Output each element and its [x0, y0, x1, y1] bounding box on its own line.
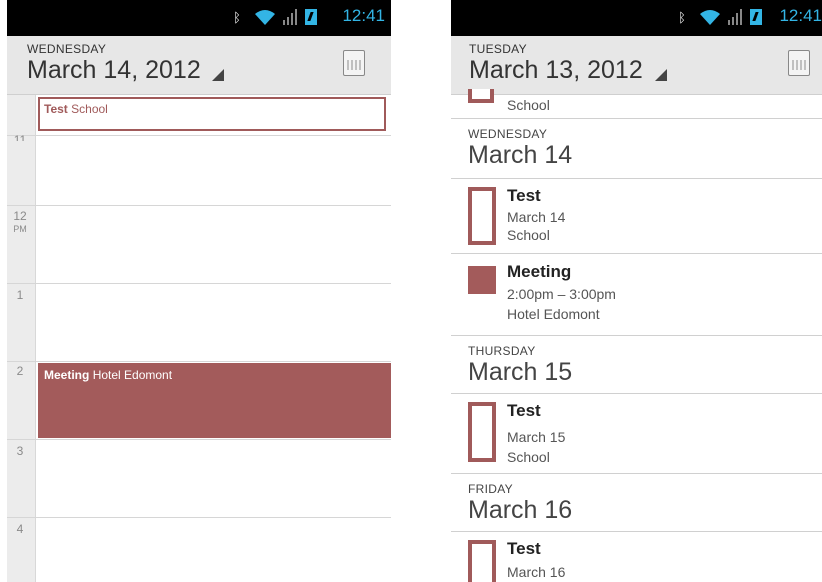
dropdown-triangle-icon[interactable]	[655, 69, 667, 81]
battery-charging-icon	[750, 9, 763, 25]
hour-divider	[35, 205, 391, 206]
signal-icon	[727, 9, 742, 25]
event-detail: School	[507, 97, 550, 113]
gutter-divider	[7, 361, 35, 362]
status-icons: ᛒ	[232, 9, 318, 27]
header-date[interactable]: March 14, 2012	[27, 56, 201, 85]
event-color-bar	[468, 187, 496, 245]
hour-label: 1	[16, 288, 24, 302]
day-grid[interactable]: 11 12 PM 1 2 3 4 Test School Meeting Hote…	[7, 95, 391, 582]
event-test-block[interactable]: Test School	[38, 97, 386, 131]
hour-number: 12	[13, 209, 27, 223]
bluetooth-icon: ᛒ	[678, 10, 686, 25]
header-weekday: WEDNESDAY	[27, 42, 107, 56]
agenda-view-screen: ᛒ 12:41 TUESDAY March 13, 2012 School WE…	[451, 0, 822, 582]
day-date: March 14	[468, 141, 573, 169]
agenda-event[interactable]: Test March 16	[451, 532, 822, 582]
hour-label: 12 PM	[7, 210, 33, 236]
bluetooth-icon: ᛒ	[233, 10, 241, 25]
clock: 12:41	[779, 6, 822, 25]
day-date: March 16	[468, 496, 573, 524]
gutter-divider	[7, 205, 35, 206]
event-title: Test	[507, 401, 541, 420]
hour-divider	[35, 283, 391, 284]
event-detail: School	[507, 227, 550, 243]
day-date: March 15	[468, 358, 573, 386]
divider	[451, 118, 822, 119]
agenda-event[interactable]: Test March 15 School	[451, 394, 822, 466]
hour-label: 3	[16, 444, 24, 458]
date-header[interactable]: TUESDAY March 13, 2012	[451, 36, 822, 95]
hour-divider	[35, 517, 391, 518]
hour-label: 2	[16, 364, 24, 378]
event-detail: March 16	[507, 564, 566, 580]
status-icons: ᛒ	[677, 9, 763, 27]
event-color-bar	[468, 402, 496, 462]
status-bar: ᛒ 12:41	[7, 0, 391, 36]
divider	[451, 335, 822, 336]
gutter-divider	[7, 439, 35, 440]
day-weekday: THURSDAY	[468, 344, 536, 358]
event-color-bar	[468, 89, 494, 103]
day-weekday: FRIDAY	[468, 482, 513, 496]
signal-icon	[282, 9, 297, 25]
header-weekday: TUESDAY	[469, 42, 527, 56]
event-detail: March 15	[507, 429, 566, 445]
event-location: School	[71, 102, 108, 116]
event-title: Meeting	[44, 368, 90, 382]
event-color-square	[468, 266, 496, 294]
event-detail: March 14	[507, 209, 566, 225]
gutter-divider	[7, 283, 35, 284]
wifi-icon	[700, 10, 721, 25]
battery-charging-icon	[305, 9, 318, 25]
event-title: Test	[44, 102, 68, 116]
agenda-event[interactable]: Test March 14 School	[451, 179, 822, 252]
event-title: Test	[507, 539, 541, 558]
event-meeting-block[interactable]: Meeting Hotel Edomont	[38, 363, 391, 438]
hour-ampm: PM	[13, 224, 27, 234]
date-header[interactable]: WEDNESDAY March 14, 2012	[7, 36, 391, 95]
event-title: Test	[507, 186, 541, 205]
event-color-bar	[468, 540, 496, 582]
event-detail: School	[507, 449, 550, 465]
hour-divider	[35, 361, 391, 362]
hour-label: 4	[16, 522, 24, 536]
header-date[interactable]: March 13, 2012	[469, 56, 643, 85]
status-bar: ᛒ 12:41	[451, 0, 822, 36]
agenda-list[interactable]: School WEDNESDAY March 14 Test March 14 …	[451, 89, 822, 582]
event-detail: 2:00pm – 3:00pm	[507, 286, 616, 302]
agenda-event-partial[interactable]: School	[451, 89, 822, 118]
hour-gutter	[7, 95, 36, 582]
hour-label: 11	[13, 134, 27, 141]
agenda-event[interactable]: Meeting 2:00pm – 3:00pm Hotel Edomont	[451, 254, 822, 330]
event-title: Meeting	[507, 262, 572, 281]
hour-divider	[35, 135, 391, 136]
divider	[451, 473, 822, 474]
wifi-icon	[255, 10, 276, 25]
day-view-screen: ᛒ 12:41 WEDNESDAY March 14, 2012 11 12 PM…	[7, 0, 391, 582]
event-location: Hotel Edomont	[92, 368, 173, 382]
event-detail: Hotel Edomont	[507, 306, 600, 322]
calendar-today-icon[interactable]	[788, 50, 810, 76]
clock: 12:41	[342, 6, 385, 25]
gutter-divider	[7, 517, 35, 518]
dropdown-triangle-icon[interactable]	[212, 69, 224, 81]
calendar-today-icon[interactable]	[343, 50, 365, 76]
day-weekday: WEDNESDAY	[468, 127, 548, 141]
hour-divider	[35, 439, 391, 440]
